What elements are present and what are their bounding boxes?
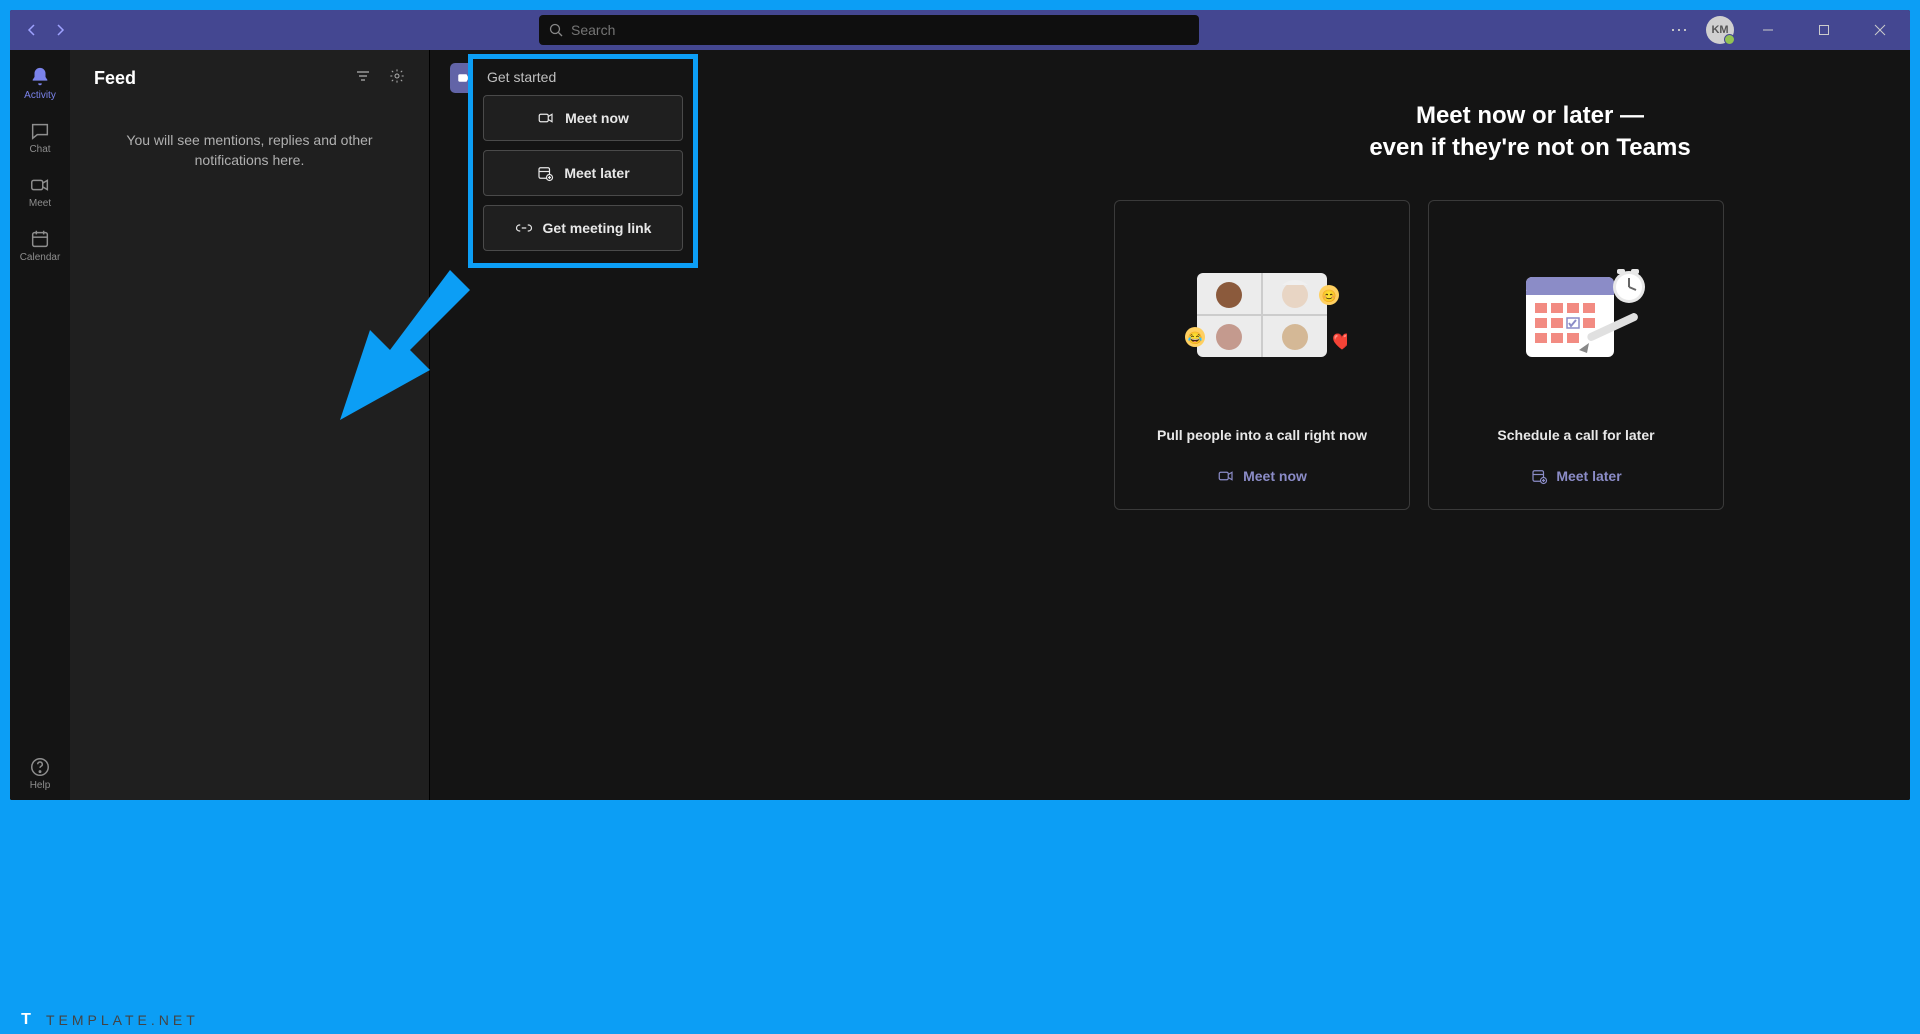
get-started-panel: Get started Meet now Meet later Get meet… (468, 54, 698, 268)
video-icon (537, 109, 555, 127)
feed-header: Feed (70, 50, 429, 106)
more-options-button[interactable]: ⋯ (1664, 20, 1694, 41)
main-area: Meet Get started Meet now Meet later Get… (430, 50, 1910, 800)
app-window: ⋯ KM Activity Chat (10, 10, 1910, 800)
search-wrap (74, 15, 1664, 45)
avatar[interactable]: KM (1706, 16, 1734, 44)
app-rail: Activity Chat Meet Calendar Help (10, 50, 70, 800)
get-meeting-link-button[interactable]: Get meeting link (483, 205, 683, 251)
svg-text:😂: 😂 (1188, 331, 1203, 345)
body-area: Activity Chat Meet Calendar Help (10, 50, 1910, 800)
titlebar-right: ⋯ KM (1664, 14, 1902, 46)
annotation-arrow (300, 250, 480, 430)
meet-now-button[interactable]: Meet now (483, 95, 683, 141)
illustration-calendar (1491, 227, 1661, 403)
hero-text: Meet now or later — even if they're not … (1230, 100, 1830, 165)
feed-title: Feed (94, 68, 136, 89)
rail-item-label: Calendar (20, 252, 61, 263)
action-label: Meet later (1556, 468, 1621, 484)
link-icon (515, 219, 533, 237)
rail-item-label: Meet (29, 198, 51, 209)
button-label: Get meeting link (543, 220, 652, 236)
watermark: T TEMPLATE.NET (14, 1008, 199, 1032)
rail-item-label: Activity (24, 90, 56, 101)
svg-text:❤️: ❤️ (1332, 333, 1347, 351)
search-icon (549, 23, 563, 37)
svg-text:😊: 😊 (1322, 289, 1337, 303)
calendar-add-icon (1530, 467, 1548, 485)
titlebar: ⋯ KM (10, 10, 1910, 50)
card-caption: Schedule a call for later (1497, 427, 1654, 443)
rail-item-help[interactable]: Help (10, 746, 70, 800)
rail-item-chat[interactable]: Chat (10, 110, 70, 164)
button-label: Meet later (564, 165, 629, 181)
watermark-badge: T (14, 1008, 38, 1032)
action-label: Meet now (1243, 468, 1307, 484)
card-meet-now-action[interactable]: Meet now (1217, 467, 1307, 485)
calendar-icon (29, 228, 51, 250)
back-button[interactable] (18, 16, 46, 44)
illustration-people: 😊 😂 ❤️ (1177, 227, 1347, 403)
rail-item-label: Help (30, 780, 51, 791)
cards-row: 😊 😂 ❤️ Pull people into a call right now… (1114, 200, 1724, 510)
gear-icon (389, 68, 405, 84)
video-icon (29, 174, 51, 196)
card-meet-now: 😊 😂 ❤️ Pull people into a call right now… (1114, 200, 1410, 510)
bell-icon (29, 66, 51, 88)
video-icon (1217, 467, 1235, 485)
calendar-add-icon (536, 164, 554, 182)
forward-button[interactable] (46, 16, 74, 44)
search-input[interactable] (571, 22, 1189, 38)
help-icon (29, 756, 51, 778)
hero-line1: Meet now or later — (1416, 102, 1644, 129)
filter-icon (355, 68, 371, 84)
rail-item-meet[interactable]: Meet (10, 164, 70, 218)
rail-item-activity[interactable]: Activity (10, 56, 70, 110)
settings-button[interactable] (389, 68, 405, 89)
card-meet-later-action[interactable]: Meet later (1530, 467, 1621, 485)
rail-item-calendar[interactable]: Calendar (10, 218, 70, 272)
watermark-text: TEMPLATE.NET (46, 1012, 199, 1028)
maximize-button[interactable] (1802, 14, 1846, 46)
get-started-title: Get started (487, 69, 683, 85)
card-meet-later: Schedule a call for later Meet later (1428, 200, 1724, 510)
close-button[interactable] (1858, 14, 1902, 46)
feed-empty-text: You will see mentions, replies and other… (70, 106, 429, 195)
hero-line2: even if they're not on Teams (1369, 134, 1690, 161)
minimize-button[interactable] (1746, 14, 1790, 46)
button-label: Meet now (565, 110, 629, 126)
rail-item-label: Chat (29, 144, 50, 155)
filter-button[interactable] (355, 68, 371, 89)
search-box[interactable] (539, 15, 1199, 45)
meet-later-button[interactable]: Meet later (483, 150, 683, 196)
chat-icon (29, 120, 51, 142)
card-caption: Pull people into a call right now (1157, 427, 1367, 443)
